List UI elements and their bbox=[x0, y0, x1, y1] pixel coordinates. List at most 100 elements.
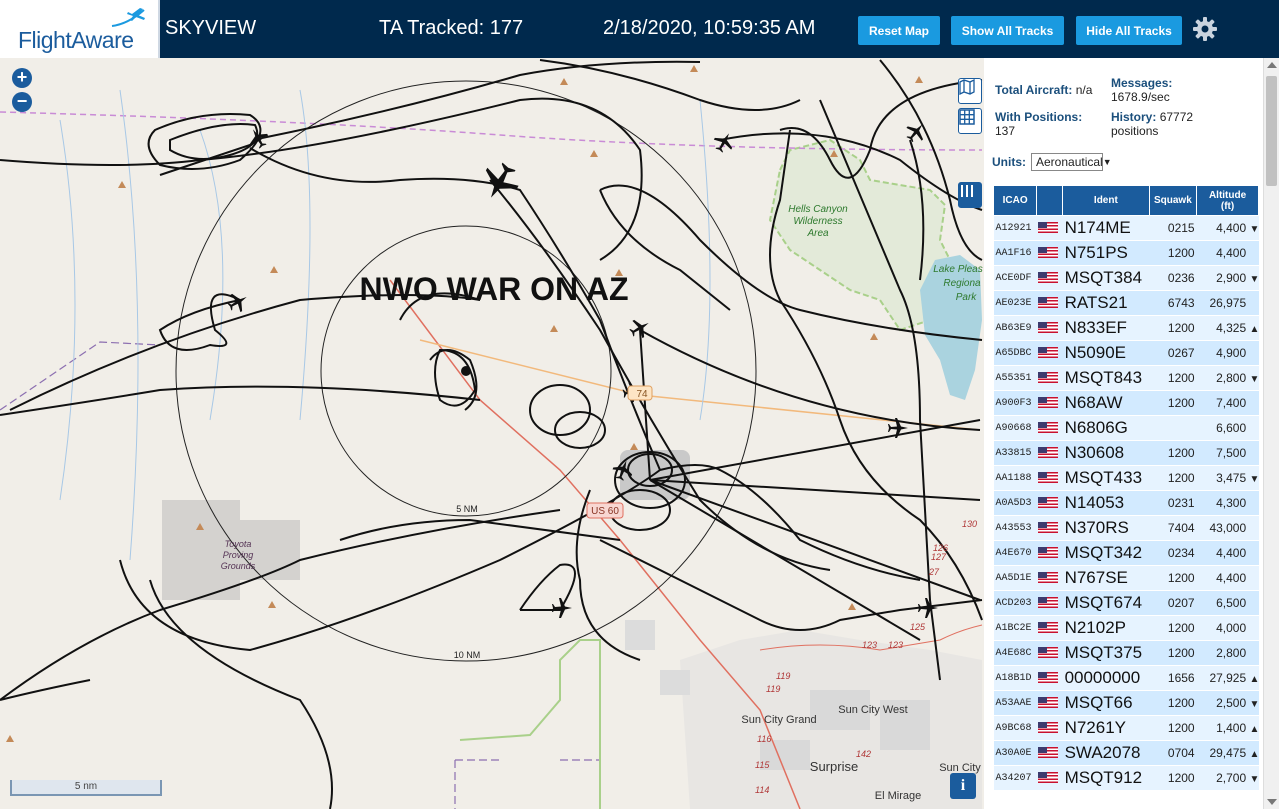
flag-cell bbox=[1036, 515, 1063, 541]
table-row[interactable]: A12921 N174ME 0215 4,400 ▼ bbox=[993, 215, 1259, 241]
col-icao[interactable]: ICAO bbox=[992, 185, 1038, 216]
grid-icon bbox=[959, 109, 975, 125]
altitude-cell: 3,475 ▼ bbox=[1196, 465, 1259, 491]
ident-cell: N767SE bbox=[1062, 565, 1150, 591]
hide-all-tracks-button[interactable]: Hide All Tracks bbox=[1076, 16, 1182, 45]
grid-view-button[interactable] bbox=[958, 108, 982, 134]
altitude-cell: 4,900 bbox=[1196, 340, 1259, 366]
map-layers-button[interactable] bbox=[958, 78, 982, 104]
squawk-cell: 7404 bbox=[1149, 515, 1197, 541]
app-title: SKYVIEW bbox=[165, 17, 257, 39]
table-row[interactable]: A4E68C MSQT375 1200 2,800 bbox=[993, 640, 1259, 666]
us-flag-icon bbox=[1037, 447, 1058, 459]
flag-cell bbox=[1036, 315, 1063, 341]
table-row[interactable]: A900F3 N68AW 1200 7,400 bbox=[993, 390, 1259, 416]
altitude-value: 7,400 bbox=[1216, 396, 1247, 410]
flightaware-logo[interactable]: FlightAware bbox=[0, 0, 160, 58]
zoom-out-button[interactable]: − bbox=[12, 92, 32, 112]
flag-cell bbox=[1036, 390, 1063, 416]
table-row[interactable]: AE023E RATS21 6743 26,975 bbox=[993, 290, 1259, 316]
flag-cell bbox=[1036, 340, 1063, 366]
altitude-trend-icon: ▼ bbox=[1249, 374, 1260, 385]
table-row[interactable]: A55351 MSQT843 1200 2,800 ▼ bbox=[993, 365, 1260, 391]
ident-cell: MSQT375 bbox=[1062, 640, 1150, 666]
col-flag[interactable] bbox=[1036, 185, 1064, 216]
table-row[interactable]: A53AAE MSQT66 1200 2,500 ▼ bbox=[993, 690, 1259, 716]
sidebar-scrollbar[interactable] bbox=[1263, 58, 1279, 809]
table-row[interactable]: A65DBC N5090E 0267 4,900 bbox=[993, 340, 1259, 366]
us-flag-icon bbox=[1037, 272, 1058, 284]
altitude-value: 27,925 bbox=[1209, 671, 1247, 685]
reset-map-button[interactable]: Reset Map bbox=[858, 16, 940, 45]
us-flag-icon bbox=[1037, 622, 1058, 634]
dropdown-arrow-icon: ▼ bbox=[1102, 157, 1112, 167]
squawk-cell: 0234 bbox=[1149, 540, 1197, 566]
altitude-value: 43,000 bbox=[1209, 521, 1247, 535]
table-row[interactable]: A30A0E SWA2078 0704 29,475 ▲ bbox=[993, 740, 1259, 766]
units-value: Aeronautical bbox=[1036, 155, 1103, 169]
gear-icon[interactable] bbox=[1192, 16, 1218, 42]
table-row[interactable]: A0A5D3 N14053 0231 4,300 bbox=[993, 490, 1259, 516]
altitude-cell: 6,600 bbox=[1196, 415, 1259, 441]
lake-pleasant-line1: Lake Pleas bbox=[933, 264, 982, 275]
col-altitude-unit: (ft) bbox=[1220, 200, 1235, 212]
ident-cell: MSQT342 bbox=[1062, 540, 1150, 566]
table-row[interactable]: AA1188 MSQT433 1200 3,475 ▼ bbox=[993, 465, 1259, 491]
scroll-up-icon[interactable] bbox=[1267, 62, 1277, 68]
altitude-cell: 4,400 bbox=[1196, 540, 1259, 566]
columns-toggle-button[interactable] bbox=[958, 182, 982, 208]
icao-cell: A1BC2E bbox=[993, 615, 1037, 641]
altitude-cell: 4,300 bbox=[1196, 490, 1259, 516]
table-row[interactable]: AA5D1E N767SE 1200 4,400 bbox=[993, 565, 1259, 591]
altitude-value: 4,300 bbox=[1216, 496, 1247, 510]
table-row[interactable]: A18B1D 00000000 1656 27,925 ▲ bbox=[993, 665, 1259, 691]
table-row[interactable]: ACE0DF MSQT384 0236 2,900 ▼ bbox=[993, 265, 1259, 291]
overlay-title: NWO WAR ON AZ bbox=[360, 271, 629, 307]
table-row[interactable]: A43553 N370RS 7404 43,000 bbox=[993, 515, 1259, 541]
table-row[interactable]: A90668 N6806G 6,600 bbox=[993, 415, 1259, 441]
scroll-down-icon[interactable] bbox=[1267, 799, 1277, 805]
icao-cell: AA5D1E bbox=[993, 565, 1037, 591]
col-ident[interactable]: Ident bbox=[1062, 185, 1150, 216]
ident-cell: N2102P bbox=[1062, 615, 1150, 641]
table-row[interactable]: ACD203 MSQT674 0207 6,500 bbox=[993, 590, 1259, 616]
scroll-thumb[interactable] bbox=[1266, 76, 1277, 186]
altitude-value: 6,500 bbox=[1216, 596, 1247, 610]
show-all-tracks-button[interactable]: Show All Tracks bbox=[951, 16, 1064, 45]
hells-canyon-line1: Hells Canyon bbox=[788, 204, 848, 215]
ident-cell: N174ME bbox=[1062, 215, 1150, 241]
road-74 bbox=[419, 339, 981, 431]
col-altitude[interactable]: Altitude (ft) bbox=[1196, 185, 1259, 216]
info-button[interactable]: i bbox=[950, 773, 976, 799]
ident-cell: SWA2078 bbox=[1062, 740, 1150, 766]
altitude-value: 4,900 bbox=[1216, 346, 1247, 360]
icao-cell: AA1F16 bbox=[993, 240, 1037, 266]
table-row[interactable]: A4E670 MSQT342 0234 4,400 bbox=[993, 540, 1259, 566]
table-row[interactable]: AA1F16 N751PS 1200 4,400 bbox=[993, 240, 1259, 266]
zoom-in-button[interactable]: + bbox=[12, 68, 32, 88]
altitude-value: 2,800 bbox=[1216, 646, 1247, 660]
flag-cell bbox=[1036, 615, 1063, 641]
units-select[interactable]: Aeronautical ▼ bbox=[1031, 153, 1112, 171]
us-flag-icon bbox=[1037, 472, 1058, 484]
table-row[interactable]: AB63E9 N833EF 1200 4,325 ▲ bbox=[993, 315, 1259, 341]
flag-cell bbox=[1036, 540, 1063, 566]
us-flag-icon bbox=[1037, 497, 1058, 509]
route-label: US 60 bbox=[591, 506, 619, 517]
road-number: 123 bbox=[888, 640, 903, 650]
table-row[interactable]: A9BC68 N7261Y 1200 1,400 ▲ bbox=[993, 715, 1259, 741]
messages-stat: Messages: 1678.9/sec bbox=[1111, 76, 1172, 104]
table-row[interactable]: A1BC2E N2102P 1200 4,000 bbox=[993, 615, 1259, 641]
altitude-cell: 4,400 ▼ bbox=[1196, 215, 1259, 241]
ident-cell: N5090E bbox=[1062, 340, 1150, 366]
us-flag-icon bbox=[1037, 647, 1058, 659]
ident-cell: MSQT384 bbox=[1062, 265, 1150, 291]
squawk-cell bbox=[1149, 415, 1197, 441]
icao-cell: A65DBC bbox=[993, 340, 1037, 366]
table-row[interactable]: A33815 N30608 1200 7,500 bbox=[993, 440, 1259, 466]
col-squawk[interactable]: Squawk bbox=[1148, 185, 1198, 216]
altitude-cell: 1,400 ▲ bbox=[1196, 715, 1259, 741]
field-block bbox=[660, 670, 690, 695]
squawk-cell: 1656 bbox=[1149, 665, 1197, 691]
table-row[interactable]: A34207 MSQT912 1200 2,700 ▼ bbox=[993, 765, 1259, 791]
